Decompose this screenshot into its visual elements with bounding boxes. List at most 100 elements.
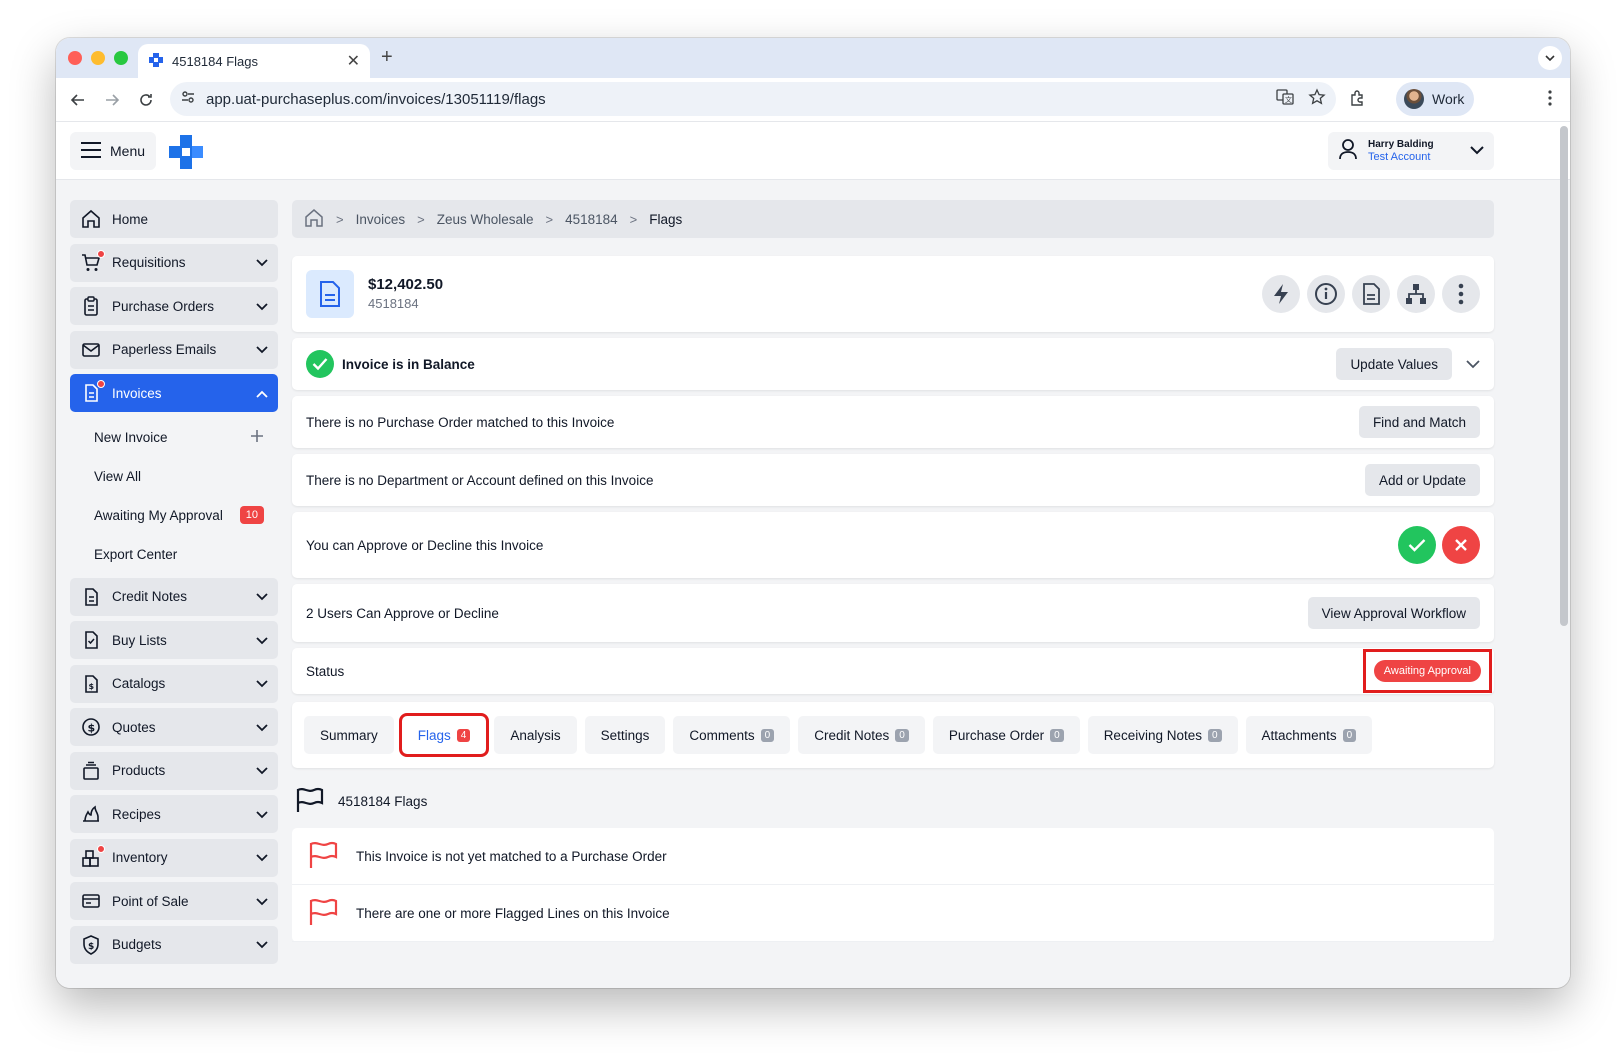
chevron-down-icon [1470,142,1484,160]
bookmark-star-icon[interactable] [1308,88,1326,110]
sidebar-item-recipes[interactable]: Recipes [70,795,278,833]
sidebar-item-products[interactable]: Products [70,751,278,790]
document-icon[interactable] [1352,275,1390,313]
view-approval-workflow-button[interactable]: View Approval Workflow [1307,597,1480,629]
sidebar-item-budgets[interactable]: $ Budgets [70,925,278,964]
address-bar[interactable]: app.uat-purchaseplus.com/invoices/130511… [170,82,1336,116]
home-breadcrumb-icon[interactable] [304,208,324,231]
sidebar-item-label: Recipes [112,806,161,822]
invoice-document-icon [306,270,354,318]
department-row: There is no Department or Account define… [292,454,1494,506]
purchase-order-row: There is no Purchase Order matched to th… [292,396,1494,448]
approve-button[interactable] [1398,526,1436,564]
close-tab-icon[interactable]: ✕ [347,51,360,71]
reload-icon[interactable] [134,88,158,112]
clipboard-icon [80,295,102,317]
tab-attachments[interactable]: Attachments 0 [1245,716,1373,754]
hierarchy-icon[interactable] [1397,275,1435,313]
tab-settings[interactable]: Settings [584,716,666,754]
maximize-window-button[interactable] [114,51,128,65]
back-icon[interactable] [66,88,90,112]
sidebar-sub-export-center[interactable]: Export Center [70,535,278,574]
lightning-icon[interactable] [1262,275,1300,313]
flame-icon [80,803,102,825]
sidebar-item-label: Products [112,763,166,778]
sidebar-item-home[interactable]: Home [70,200,278,238]
browser-tab-title: 4518184 Flags [172,53,259,69]
user-icon [1338,138,1358,165]
sidebar-item-paperless-emails[interactable]: Paperless Emails [70,330,278,369]
red-flag-icon [308,841,338,872]
sidebar-item-inventory[interactable]: Inventory [70,838,278,877]
tab-flags[interactable]: Flags 4 [398,713,490,757]
flag-item: This Invoice is not yet matched to a Pur… [292,828,1494,885]
browser-window: 4518184 Flags ✕ + app.uat-purchaseplus.c… [56,38,1570,988]
tab-search-button[interactable] [1538,46,1562,70]
sidebar-item-invoices[interactable]: Invoices [70,374,278,412]
profile-button[interactable]: Work [1396,82,1474,116]
update-values-button[interactable]: Update Values [1336,348,1452,380]
breadcrumb-supplier[interactable]: Zeus Wholesale [437,212,534,227]
sidebar-item-catalogs[interactable]: $ Catalogs [70,664,278,703]
chevron-down-icon [256,633,268,648]
svg-text:$: $ [88,942,94,952]
sidebar-sub-view-all[interactable]: View All [70,457,278,496]
user-menu[interactable]: Harry Balding Test Account [1328,132,1494,170]
breadcrumb-invoice-number[interactable]: 4518184 [565,212,618,227]
sidebar-item-purchase-orders[interactable]: Purchase Orders [70,287,278,325]
plus-icon[interactable] [250,429,264,446]
tab-credit-notes[interactable]: Credit Notes 0 [798,716,925,754]
extensions-icon[interactable] [1348,88,1368,113]
find-and-match-button[interactable]: Find and Match [1358,406,1480,438]
sub-item-label: New Invoice [94,429,168,445]
browser-toolbar: app.uat-purchaseplus.com/invoices/130511… [56,78,1570,122]
sidebar-item-point-of-sale[interactable]: Point of Sale [70,882,278,920]
sidebar-item-label: Budgets [112,937,162,952]
red-flag-icon [308,898,338,929]
menu-button[interactable]: Menu [70,132,156,170]
sidebar-sub-awaiting-approval[interactable]: Awaiting My Approval 10 [70,496,278,535]
notification-dot [97,380,105,388]
flag-outline-icon [296,787,324,816]
site-settings-icon[interactable] [180,89,196,109]
breadcrumb-invoices[interactable]: Invoices [356,212,406,227]
sidebar-item-buy-lists[interactable]: Buy Lists [70,621,278,659]
tab-purchase-order[interactable]: Purchase Order 0 [932,716,1080,754]
browser-menu-icon[interactable] [1540,88,1560,113]
new-tab-button[interactable]: + [381,46,393,69]
hamburger-icon [80,141,102,162]
add-or-update-button[interactable]: Add or Update [1364,464,1480,496]
close-window-button[interactable] [68,51,82,65]
app-logo[interactable] [168,134,204,170]
status-label: Status [306,663,345,679]
browser-tab[interactable]: 4518184 Flags ✕ [138,44,370,78]
awaiting-count-badge: 10 [239,506,264,524]
translate-icon[interactable]: 文 [1276,88,1294,110]
chevron-down-icon [256,676,268,691]
document-icon [80,586,102,608]
sidebar-item-requisitions[interactable]: Requisitions [70,243,278,282]
sidebar-item-quotes[interactable]: $ Quotes [70,708,278,746]
tab-summary[interactable]: Summary [304,716,394,754]
more-options-icon[interactable] [1442,275,1480,313]
minimize-window-button[interactable] [91,51,105,65]
decline-button[interactable] [1442,526,1480,564]
forward-icon[interactable] [100,88,124,112]
url-text: app.uat-purchaseplus.com/invoices/130511… [206,90,546,108]
info-icon[interactable] [1307,275,1345,313]
sidebar-item-credit-notes[interactable]: Credit Notes [70,577,278,616]
tab-comments[interactable]: Comments 0 [673,716,791,754]
sidebar-item-label: Requisitions [112,255,186,270]
cart-icon [80,249,105,274]
tab-count-badge: 0 [760,728,775,742]
tab-receiving-notes[interactable]: Receiving Notes 0 [1087,716,1238,754]
sidebar-sub-new-invoice[interactable]: New Invoice [70,418,278,457]
tab-count-badge: 0 [895,728,909,742]
tab-analysis[interactable]: Analysis [494,716,577,754]
chevron-down-icon[interactable] [1466,357,1480,372]
envelope-icon [80,339,102,361]
page-scrollbar[interactable] [1560,126,1568,626]
menu-label: Menu [110,143,146,159]
shield-dollar-icon: $ [80,934,102,956]
profile-avatar [1404,89,1424,109]
